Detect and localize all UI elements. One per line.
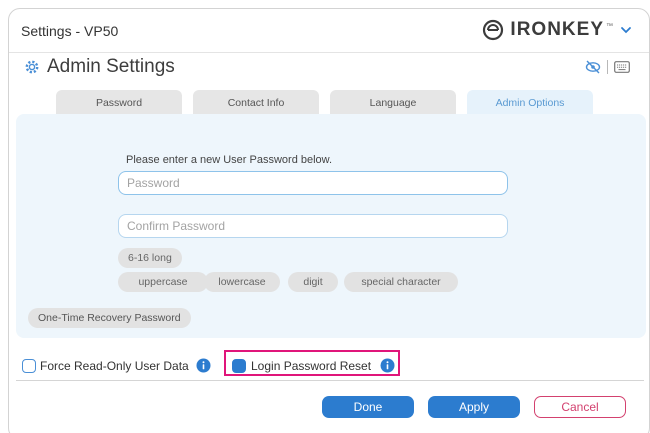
apply-button[interactable]: Apply	[428, 396, 520, 418]
password-input[interactable]	[118, 171, 508, 195]
requirement-uppercase-badge: uppercase	[118, 272, 208, 292]
one-time-recovery-password-button[interactable]: One-Time Recovery Password	[28, 308, 191, 328]
hide-password-icon[interactable]	[585, 60, 601, 74]
window-title: Settings - VP50	[21, 23, 119, 39]
tab-admin-options[interactable]: Admin Options	[467, 90, 593, 116]
title-bar: Settings - VP50 IRONKEY ™	[9, 9, 649, 53]
tab-language[interactable]: Language	[330, 90, 456, 116]
tab-password[interactable]: Password	[56, 90, 182, 116]
tab-contact-info[interactable]: Contact Info	[193, 90, 319, 116]
requirement-length-badge: 6-16 long	[118, 248, 182, 268]
confirm-password-input[interactable]	[118, 214, 508, 238]
keyboard-icon[interactable]	[614, 61, 630, 73]
cancel-button[interactable]: Cancel	[534, 396, 626, 418]
brand-name: IRONKEY	[510, 19, 604, 40]
info-icon[interactable]	[196, 358, 211, 373]
footer-divider	[16, 380, 644, 381]
ironkey-logo-icon	[483, 19, 504, 41]
force-readonly-checkbox[interactable]	[22, 359, 36, 373]
section-title: Admin Settings	[47, 56, 175, 77]
done-button[interactable]: Done	[322, 396, 414, 418]
requirement-special-badge: special character	[344, 272, 458, 292]
section-header: Admin Settings	[24, 56, 175, 78]
header-icons	[585, 60, 630, 74]
requirement-lowercase-badge: lowercase	[204, 272, 280, 292]
password-prompt: Please enter a new User Password below.	[126, 154, 333, 166]
gear-icon	[25, 60, 39, 74]
chevron-down-icon[interactable]	[619, 23, 633, 37]
requirement-digit-badge: digit	[288, 272, 338, 292]
admin-options-panel: Please enter a new User Password below. …	[16, 114, 646, 338]
icon-separator	[607, 60, 608, 74]
brand-menu[interactable]: IRONKEY ™	[482, 19, 633, 41]
highlight-box	[224, 350, 400, 376]
settings-tabs: Password Contact Info Language Admin Opt…	[56, 90, 593, 116]
brand-trademark: ™	[606, 22, 613, 30]
force-readonly-label: Force Read-Only User Data	[40, 359, 189, 373]
